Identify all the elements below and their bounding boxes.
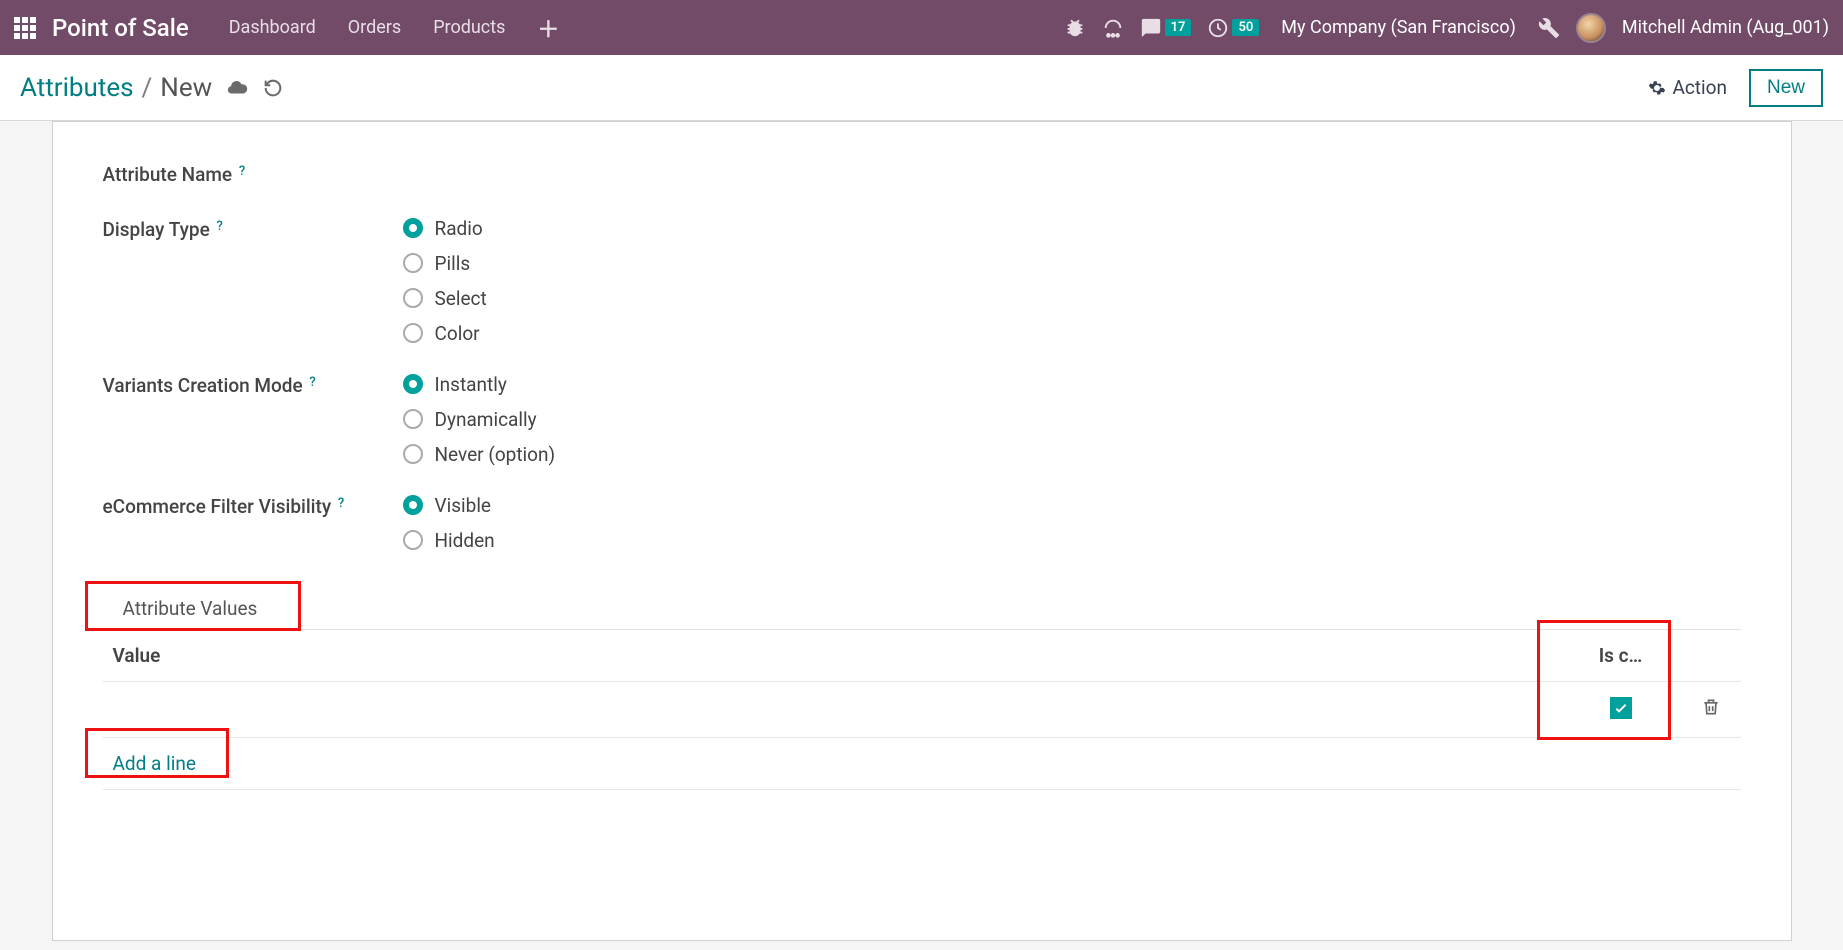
tab-row: Attribute Values <box>103 586 1741 630</box>
action-button[interactable]: Action <box>1640 72 1735 103</box>
radio-icon <box>403 444 423 464</box>
navbar: Point of Sale Dashboard Orders Products … <box>0 0 1843 55</box>
radio-display-radio[interactable]: Radio <box>403 217 1741 240</box>
app-name[interactable]: Point of Sale <box>52 14 189 42</box>
nav-products[interactable]: Products <box>425 17 513 38</box>
activities-button[interactable]: 50 <box>1207 17 1259 39</box>
breadcrumb-sep: / <box>142 73 153 103</box>
chat-icon <box>1140 17 1162 39</box>
cell-delete <box>1681 681 1741 737</box>
company-selector[interactable]: My Company (San Francisco) <box>1275 17 1522 38</box>
radio-display-pills[interactable]: Pills <box>403 252 1741 275</box>
radio-icon <box>403 374 423 394</box>
tab-attribute-values[interactable]: Attribute Values <box>103 587 278 630</box>
radio-icon <box>403 409 423 429</box>
gear-icon <box>1648 79 1666 97</box>
content-scroll[interactable]: Attribute Name ? Display Type ? Radio Pi… <box>0 121 1843 950</box>
label-attribute-name: Attribute Name ? <box>103 162 403 189</box>
avatar[interactable] <box>1576 13 1606 43</box>
user-menu[interactable]: Mitchell Admin (Aug_001) <box>1622 17 1829 38</box>
radio-group-display-type: Radio Pills Select Color <box>403 217 1741 345</box>
messaging-button[interactable]: 17 <box>1140 17 1192 39</box>
action-label: Action <box>1672 76 1727 99</box>
col-delete <box>1681 630 1741 682</box>
nav-new-icon[interactable]: ＋ <box>529 12 567 44</box>
col-is-custom[interactable]: Is c… <box>1561 630 1681 682</box>
radio-icon <box>403 218 423 238</box>
breadcrumb-current: New <box>160 73 212 103</box>
bug-icon[interactable] <box>1064 17 1086 39</box>
breadcrumb: Attributes / New <box>20 73 212 103</box>
radio-group-variants-mode: Instantly Dynamically Never (option) <box>403 373 1741 466</box>
cell-is-custom <box>1561 681 1681 737</box>
activities-badge: 50 <box>1232 19 1259 36</box>
cell-value[interactable] <box>103 681 1561 737</box>
clock-icon <box>1207 17 1229 39</box>
radio-display-color[interactable]: Color <box>403 322 1741 345</box>
radio-icon <box>403 253 423 273</box>
help-icon[interactable]: ? <box>239 164 245 179</box>
support-icon[interactable] <box>1102 17 1124 39</box>
radio-icon <box>403 288 423 308</box>
label-variants-mode: Variants Creation Mode ? <box>103 373 403 400</box>
breadcrumb-root[interactable]: Attributes <box>20 73 134 103</box>
add-line-button[interactable]: Add a line <box>103 738 1741 789</box>
checkbox-is-custom[interactable] <box>1610 697 1632 719</box>
radio-visibility-visible[interactable]: Visible <box>403 494 1741 517</box>
label-filter-visibility: eCommerce Filter Visibility ? <box>103 494 403 521</box>
table-row[interactable] <box>103 681 1741 737</box>
radio-icon <box>403 530 423 550</box>
col-value[interactable]: Value <box>103 630 1561 682</box>
radio-group-filter-visibility: Visible Hidden <box>403 494 1741 552</box>
radio-icon <box>403 323 423 343</box>
help-icon[interactable]: ? <box>309 375 315 390</box>
tools-icon[interactable] <box>1538 17 1560 39</box>
messaging-badge: 17 <box>1165 19 1192 36</box>
form-sheet: Attribute Name ? Display Type ? Radio Pi… <box>52 121 1792 941</box>
radio-icon <box>403 495 423 515</box>
toolbar: Attributes / New Action New <box>0 55 1843 121</box>
radio-variants-instantly[interactable]: Instantly <box>403 373 1741 396</box>
label-display-type: Display Type ? <box>103 217 403 244</box>
nav-orders[interactable]: Orders <box>340 17 409 38</box>
radio-visibility-hidden[interactable]: Hidden <box>403 529 1741 552</box>
discard-icon[interactable] <box>262 77 284 99</box>
radio-display-select[interactable]: Select <box>403 287 1741 310</box>
cloud-save-icon[interactable] <box>226 77 248 99</box>
radio-variants-never[interactable]: Never (option) <box>403 443 1741 466</box>
new-button[interactable]: New <box>1749 69 1823 107</box>
nav-dashboard[interactable]: Dashboard <box>221 17 324 38</box>
apps-icon[interactable] <box>14 17 36 39</box>
trash-icon[interactable] <box>1701 696 1721 718</box>
help-icon[interactable]: ? <box>338 496 344 511</box>
attribute-values-table: Value Is c… <box>103 630 1741 790</box>
radio-variants-dynamically[interactable]: Dynamically <box>403 408 1741 431</box>
help-icon[interactable]: ? <box>217 219 223 234</box>
